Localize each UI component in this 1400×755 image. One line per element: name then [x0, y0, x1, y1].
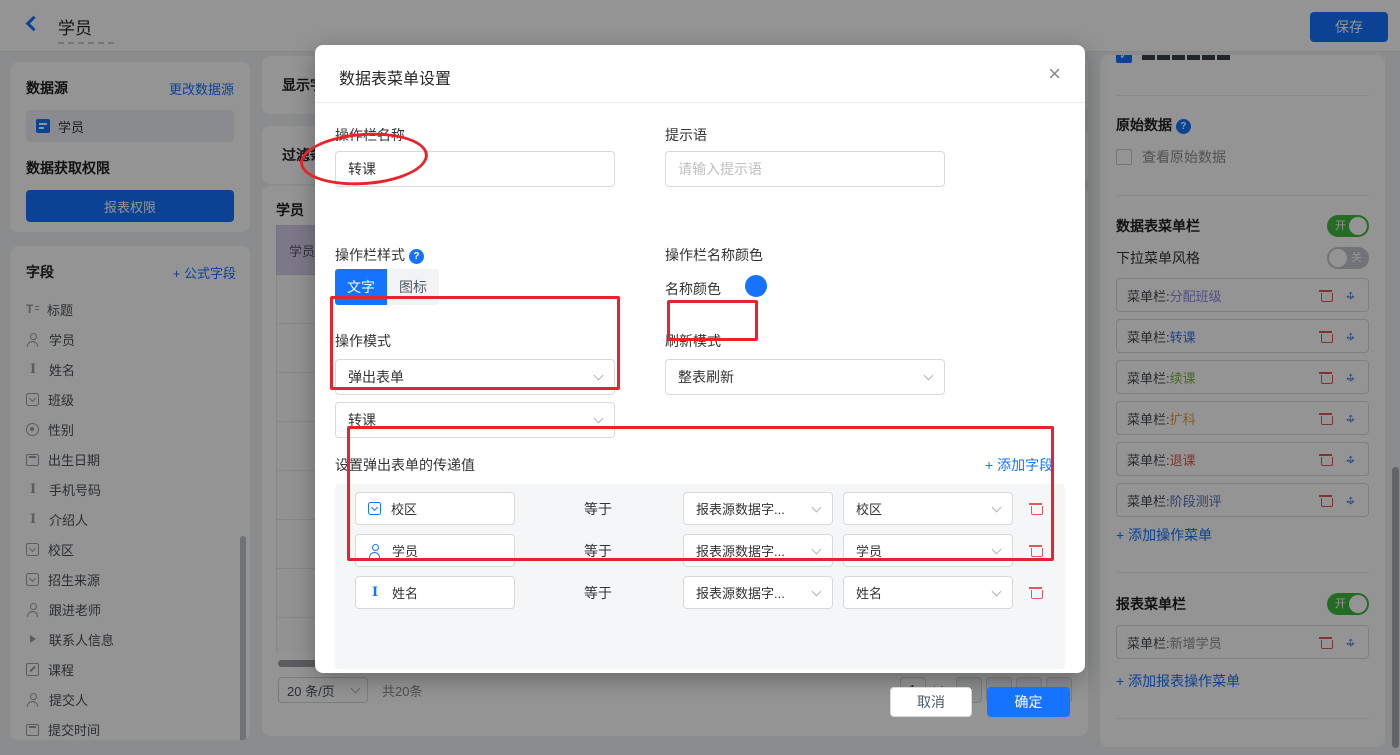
confirm-button[interactable]: 确定 [987, 687, 1070, 717]
chevron-down-icon [593, 413, 604, 424]
style-icon-option[interactable]: 图标 [387, 269, 439, 305]
tip-label: 提示语 [665, 127, 707, 143]
transfer-row-student: 学员 等于 报表源数据字... 学员 [335, 534, 1065, 567]
delete-icon[interactable] [1029, 585, 1043, 599]
source-field-select[interactable]: 校区 [843, 492, 1013, 525]
action-name-input-field[interactable] [348, 161, 602, 177]
chevron-down-icon [811, 586, 822, 596]
style-text-option[interactable]: 文字 [335, 269, 387, 305]
chevron-down-icon [991, 586, 1002, 596]
cancel-button[interactable]: 取消 [890, 687, 972, 717]
delete-icon[interactable] [1029, 543, 1043, 557]
action-style-segmented: 文字 图标 [335, 269, 439, 305]
name-color-label: 名称颜色 [665, 281, 721, 297]
chevron-down-icon [811, 544, 822, 554]
add-field-link[interactable]: + 添加字段 [985, 455, 1053, 475]
app-window: 学员 保存 数据源 更改数据源 学员 数据获取权限 报表权限 字段 + 公式字段… [0, 0, 1400, 755]
member-icon [368, 544, 382, 558]
action-style-label: 操作栏样式 ? [335, 245, 424, 265]
refresh-mode-label: 刷新模式 [665, 333, 721, 349]
source-field-select[interactable]: 学员 [843, 534, 1013, 567]
field-chip[interactable]: 姓名 [355, 576, 515, 609]
source-type-select[interactable]: 报表源数据字... [683, 534, 833, 567]
chevron-down-icon [593, 370, 604, 381]
field-chip[interactable]: 校区 [355, 492, 515, 525]
action-name-input[interactable] [335, 151, 615, 187]
action-mode-label: 操作模式 [335, 333, 391, 349]
transfer-row-campus: 校区 等于 报表源数据字... 校区 [335, 492, 1065, 525]
source-type-select[interactable]: 报表源数据字... [683, 576, 833, 609]
target-form-select[interactable]: 转课 [335, 402, 615, 438]
source-type-select[interactable]: 报表源数据字... [683, 492, 833, 525]
text-icon [368, 586, 382, 599]
modal-title: 数据表菜单设置 [339, 71, 452, 88]
table-menu-settings-modal: 数据表菜单设置 × 操作栏名称 提示语 操作栏样式 ? 文字 图标 操作栏名称颜… [315, 45, 1085, 717]
close-icon[interactable]: × [1048, 61, 1061, 87]
transfer-row-name: 姓名 等于 报表源数据字... 姓名 [335, 576, 1065, 609]
action-mode-select[interactable]: 弹出表单 [335, 359, 615, 395]
chevron-down-icon [923, 370, 934, 381]
modal-body: 操作栏名称 提示语 操作栏样式 ? 文字 图标 操作栏名称颜色 名称颜色 操作模… [315, 103, 1085, 717]
field-chip[interactable]: 学员 [355, 534, 515, 567]
transfer-values-panel: 校区 等于 报表源数据字... 校区 学员 等于 报表源数据字... 学员 姓名… [335, 484, 1065, 669]
action-name-label: 操作栏名称 [335, 127, 405, 143]
relation-label: 等于 [584, 543, 612, 559]
select-icon [368, 502, 381, 515]
relation-label: 等于 [584, 501, 612, 517]
delete-icon[interactable] [1029, 501, 1043, 515]
help-icon[interactable]: ? [408, 249, 424, 264]
refresh-mode-select[interactable]: 整表刷新 [665, 359, 945, 395]
name-color-section-label: 操作栏名称颜色 [665, 247, 763, 263]
source-field-select[interactable]: 姓名 [843, 576, 1013, 609]
relation-label: 等于 [584, 585, 612, 601]
modal-header: 数据表菜单设置 × [315, 45, 1085, 103]
tip-input[interactable] [665, 151, 945, 187]
chevron-down-icon [991, 544, 1002, 554]
transfer-values-label: 设置弹出表单的传递值 [335, 457, 475, 473]
chevron-down-icon [991, 502, 1002, 512]
chevron-down-icon [811, 502, 822, 512]
color-swatch[interactable] [745, 275, 767, 297]
tip-input-field[interactable] [678, 161, 932, 177]
